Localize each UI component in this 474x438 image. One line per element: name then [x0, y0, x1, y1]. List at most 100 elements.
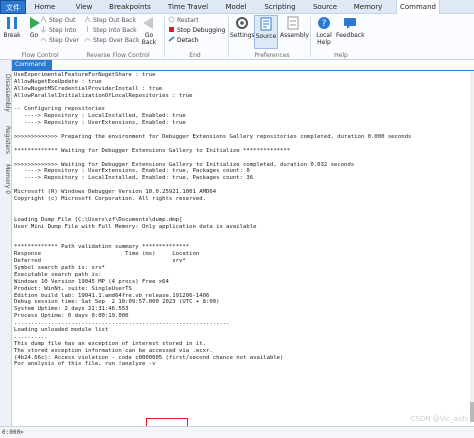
stop-debugging-label: Stop Debugging: [177, 27, 226, 34]
svg-text:?: ?: [322, 19, 327, 29]
group-reverse-flow-label: Reverse Flow Control: [86, 52, 150, 59]
settings-button[interactable]: Settings: [230, 15, 255, 39]
output-line: UseExperimentalFeatureForNugetShare : tr…: [14, 72, 156, 78]
tab-breakpoints[interactable]: Breakpoints: [108, 0, 152, 14]
tab-view[interactable]: View: [72, 0, 96, 14]
step-out-back-button[interactable]: Step Out Back: [84, 16, 136, 26]
output-line: >>>>>>>>>>>>> Preparing the environment …: [14, 134, 412, 141]
output-line: The stored exception information can be …: [14, 347, 213, 354]
command-panel: Command UseExperimentalFeatureForNugetSh…: [12, 60, 474, 426]
step-over-back-button[interactable]: Step Over Back: [84, 36, 139, 46]
step-out-back-icon: [84, 16, 91, 23]
break-label: Break: [3, 32, 21, 39]
output-line: Windows 10 Version 19045 MP (4 procs) Fr…: [14, 278, 169, 285]
output-line: (4b24.66c): Access violation - code c000…: [14, 354, 284, 361]
output-line: >>>>>>>>>>>>> Waiting for Debugger Exten…: [14, 161, 355, 168]
output-line: Product: WinNt, suite: SingleUserTS: [14, 285, 132, 292]
pause-icon: [7, 17, 17, 29]
watermark: CSDN @Vic_aids: [410, 415, 468, 423]
assembly-mode-button[interactable]: Assembly: [280, 15, 309, 39]
command-input-row: 0:000>: [0, 426, 474, 438]
tab-registers[interactable]: Registers: [1, 122, 11, 158]
tab-memory[interactable]: Memory: [352, 0, 384, 14]
source-icon: [260, 17, 272, 31]
output-line: ************* Waiting for Debugger Exten…: [14, 147, 291, 154]
output-line: User Mini Dump File with Full Memory: On…: [14, 223, 257, 230]
output-line: System Uptime: 2 days 22:31:46.553: [14, 306, 129, 313]
tab-home[interactable]: Home: [32, 0, 58, 14]
output-line: ..........: [14, 333, 48, 340]
go-back-button[interactable]: Go Back: [138, 15, 160, 46]
gear-icon: [236, 17, 248, 29]
output-line: ........................................…: [14, 320, 230, 327]
output-line: Loading Dump File [C:\Users\zf\Documents…: [14, 216, 183, 223]
step-into-back-label: Step Into Back: [93, 27, 137, 34]
step-over-back-icon: [84, 38, 91, 42]
tab-memory-0[interactable]: Memory 0: [1, 162, 11, 196]
tab-file[interactable]: 文件: [0, 0, 26, 14]
output-line: Process Uptime: 0 days 0:00:19.000: [14, 313, 129, 320]
group-preferences-label: Preferences: [254, 52, 290, 59]
separator: [164, 17, 165, 57]
assembly-label: Assembly: [280, 32, 309, 39]
go-back-label: Go Back: [141, 32, 157, 46]
group-help-label: Help: [334, 52, 348, 59]
tab-time-travel[interactable]: Time Travel: [166, 0, 210, 14]
local-help-label: Local Help: [316, 32, 332, 46]
go-label: Go: [29, 32, 39, 39]
output-line: Response Time (ms) Location: [14, 251, 200, 258]
output-line: Loading unloaded module list: [14, 326, 109, 333]
ribbon-tab-bar: 文件 Home View Breakpoints Time Travel Mod…: [0, 0, 474, 14]
command-prompt: 0:000>: [2, 429, 24, 436]
break-button[interactable]: Break: [0, 15, 24, 39]
local-help-button[interactable]: ? Local Help: [312, 15, 336, 46]
step-out-icon: [40, 16, 47, 23]
detach-icon: [168, 36, 175, 42]
step-into-back-button[interactable]: Step Into Back: [84, 26, 137, 36]
group-end-label: End: [189, 52, 201, 59]
tab-source[interactable]: Source: [310, 0, 340, 14]
output-line: ----> Repository : LocalInstalled, Enabl…: [14, 113, 186, 120]
step-out-button[interactable]: Step Out: [40, 16, 75, 26]
separator: [310, 17, 311, 57]
tab-command[interactable]: Command: [396, 0, 440, 14]
left-tool-strip: Disassembly Registers Memory 0: [0, 60, 12, 426]
restart-button[interactable]: Restart: [168, 16, 199, 26]
feedback-button[interactable]: Feedback: [336, 15, 365, 39]
settings-label: Settings: [230, 32, 255, 39]
detach-button[interactable]: Detach: [168, 36, 198, 46]
step-over-back-label: Step Over Back: [93, 37, 140, 44]
output-scrollbar[interactable]: [470, 72, 474, 422]
command-panel-title[interactable]: Command: [12, 60, 52, 70]
step-over-label: Step Over: [49, 37, 79, 44]
source-mode-button[interactable]: Source: [254, 15, 278, 49]
output-line: Edition build lab: 19041.1.amd64fre.vb_r…: [14, 292, 210, 299]
output-line: Executable search path is:: [14, 271, 102, 278]
tab-model[interactable]: Model: [222, 0, 250, 14]
output-line: This dump file has an exception of inter…: [14, 340, 206, 347]
output-line: ************* Path validation summary **…: [14, 244, 190, 251]
output-line: Symbol search path is: srv*: [14, 264, 105, 271]
step-into-button[interactable]: Step Into: [40, 26, 76, 36]
output-line: ----> Repository : UserExtensions, Enabl…: [14, 120, 186, 127]
scrollbar-thumb[interactable]: [470, 402, 474, 422]
restart-label: Restart: [177, 17, 199, 24]
output-line: ----> Repository : LocalInstalled, Enabl…: [14, 175, 254, 182]
tab-disassembly[interactable]: Disassembly: [1, 68, 11, 118]
output-line: Microsoft (R) Windows Debugger Version 1…: [14, 189, 217, 196]
output-line: AllowNugetExeUpdate : true: [14, 78, 102, 85]
step-over-button[interactable]: Step Over: [40, 36, 79, 46]
assembly-icon: [287, 16, 299, 30]
command-input[interactable]: [28, 428, 468, 437]
windbg-window: 文件 Home View Breakpoints Time Travel Mod…: [0, 0, 474, 438]
output-line: AllowNugetMSCredentialProviderInstall : …: [14, 85, 163, 92]
tab-scripting[interactable]: Scripting: [262, 0, 298, 14]
stop-debugging-button[interactable]: Stop Debugging: [168, 26, 225, 36]
